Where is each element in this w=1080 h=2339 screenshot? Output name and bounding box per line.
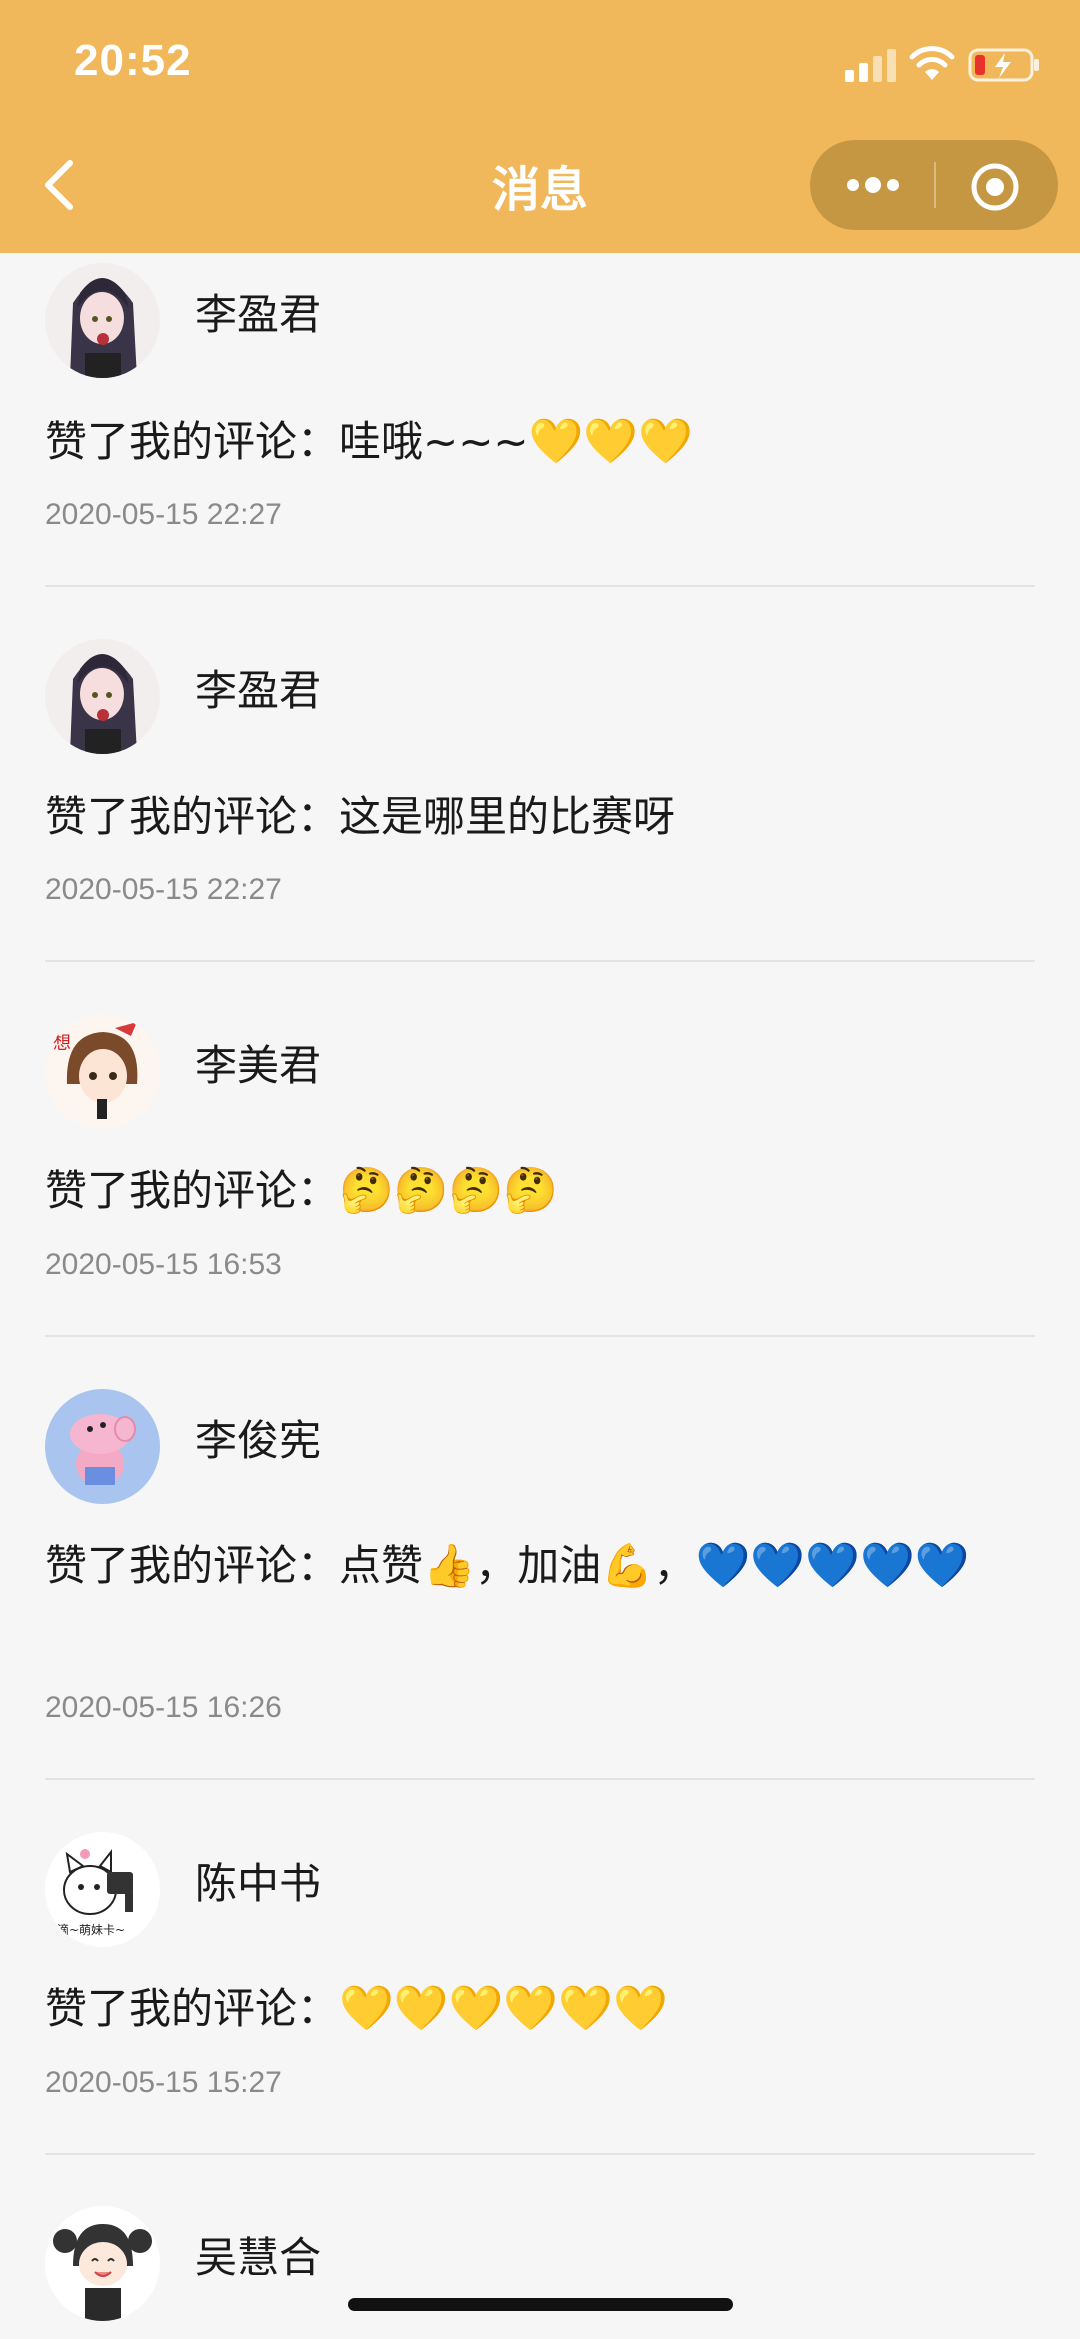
sender-name: 吴慧合: [195, 2233, 322, 2282]
timestamp: 2020-05-15 15:27: [45, 2066, 282, 2099]
timestamp: 2020-05-15 22:27: [45, 873, 282, 906]
message-prefix: 赞了我的评论：: [45, 1166, 340, 1215]
status-time: 20:52: [74, 36, 192, 85]
close-target-icon[interactable]: [970, 162, 1020, 212]
comment-text: 点赞👍，加油💪，: [339, 1541, 696, 1590]
wifi-icon: [909, 46, 955, 80]
chibi-girl-avatar[interactable]: [45, 2206, 160, 2321]
timestamp: 2020-05-15 16:26: [45, 1691, 282, 1724]
mini-program-capsule: [810, 140, 1058, 230]
sender-name: 李盈君: [195, 666, 322, 715]
sender-name: 陈中书: [195, 1859, 322, 1908]
message-text: 赞了我的评论：🤔🤔🤔🤔: [45, 1154, 1035, 1228]
blue-heart-icon: 💙💙💙💙💙: [695, 1540, 970, 1591]
comment-text: 哇哦~~~: [339, 417, 529, 466]
comment-text: 这是哪里的比赛呀: [339, 792, 676, 841]
divider: [45, 585, 1035, 587]
message-prefix: 赞了我的评论：: [45, 417, 340, 466]
message-text: 赞了我的评论：这是哪里的比赛呀: [45, 780, 1035, 854]
pig-avatar[interactable]: [45, 1389, 160, 1504]
divider: [45, 1335, 1035, 1337]
sender-name: 李美君: [195, 1041, 322, 1090]
yellow-heart-icon: 💛💛💛💛💛💛: [339, 1983, 668, 2034]
timestamp: 2020-05-15 16:53: [45, 1248, 282, 1281]
message-prefix: 赞了我的评论：: [45, 792, 340, 841]
timestamp: 2020-05-15 22:27: [45, 498, 282, 531]
more-options-icon[interactable]: [843, 168, 903, 202]
message-text: 赞了我的评论：哇哦~~~💛💛💛: [45, 405, 1035, 479]
divider: [45, 2153, 1035, 2155]
signal-icon: [845, 48, 897, 82]
home-indicator: [348, 2298, 733, 2311]
divider: [45, 1778, 1035, 1780]
yellow-heart-icon: 💛💛💛: [528, 416, 693, 467]
svg-text:滴~萌妹卡~: 滴~萌妹卡~: [57, 1922, 125, 1937]
message-text: 赞了我的评论：点赞👍，加油💪，💙💙💙💙💙: [45, 1529, 1035, 1603]
message-prefix: 赞了我的评论：: [45, 1541, 340, 1590]
message-text: 赞了我的评论：💛💛💛💛💛💛: [45, 1972, 1035, 2046]
anime-girl-avatar[interactable]: [45, 263, 160, 378]
message-prefix: 赞了我的评论：: [45, 1984, 340, 2033]
sender-name: 李俊宪: [195, 1416, 322, 1465]
battery-icon: [968, 48, 1039, 82]
anime-girl-avatar[interactable]: [45, 639, 160, 754]
divider: [45, 960, 1035, 962]
svg-text:想: 想: [53, 1033, 71, 1054]
message-list[interactable]: 李盈君 赞了我的评论：哇哦~~~💛💛💛 2020-05-15 22:27 李盈君…: [0, 253, 1080, 2339]
cat-camera-avatar[interactable]: 滴~萌妹卡~: [45, 1832, 160, 1947]
capsule-divider: [934, 162, 936, 208]
cartoon-girl-avatar[interactable]: 想: [45, 1014, 160, 1129]
sender-name: 李盈君: [195, 290, 322, 339]
thinking-face-icon: 🤔🤔🤔🤔: [339, 1165, 559, 1216]
nav-header: 20:52 消息: [0, 0, 1080, 253]
